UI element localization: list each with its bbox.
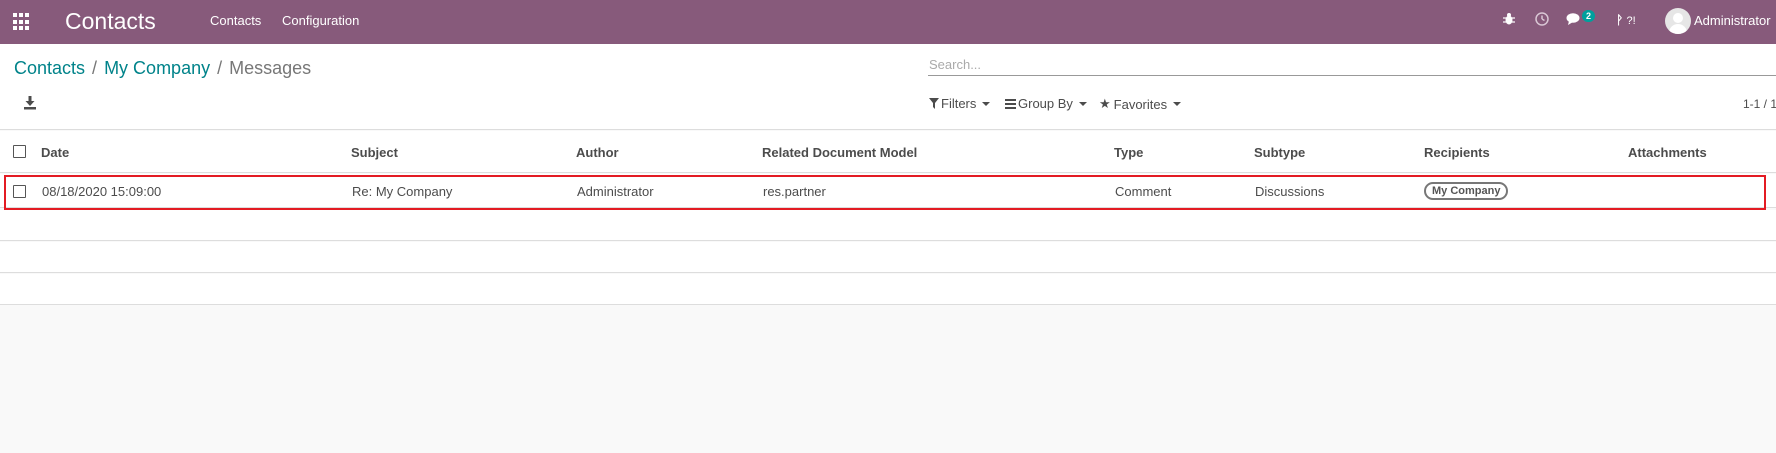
cell-type: Comment xyxy=(1115,184,1172,199)
cell-date: 08/18/2020 15:09:00 xyxy=(42,184,162,199)
app-title: Contacts xyxy=(65,8,156,34)
cell-subject: Re: My Company xyxy=(352,184,453,199)
filters-label: Filters xyxy=(941,96,977,111)
group-by-label: Group By xyxy=(1018,96,1073,111)
pager-value[interactable]: 1-1 / 1 xyxy=(1743,97,1776,111)
select-all-checkbox[interactable] xyxy=(13,145,26,158)
messaging-chat-icon[interactable] xyxy=(1566,12,1582,29)
search-input[interactable] xyxy=(928,54,1776,76)
cell-model: res.partner xyxy=(763,184,826,199)
debug-bug-icon[interactable] xyxy=(1502,12,1516,29)
column-recipients[interactable]: Recipients xyxy=(1424,145,1490,160)
shortcut-label: ?! xyxy=(1626,15,1636,27)
breadcrumb: Contacts / My Company / Messages xyxy=(14,58,311,79)
menu-configuration[interactable]: Configuration xyxy=(282,13,359,28)
column-attachments[interactable]: Attachments xyxy=(1628,145,1707,160)
activity-clock-icon[interactable] xyxy=(1535,12,1549,29)
top-navbar: Contacts Contacts Configuration 2 ᚹ ?! A… xyxy=(0,0,1776,44)
breadcrumb-current: Messages xyxy=(229,58,312,78)
breadcrumb-separator: / xyxy=(217,58,223,78)
breadcrumb-separator: / xyxy=(92,58,98,78)
menu-contacts[interactable]: Contacts xyxy=(210,13,261,28)
control-panel: Contacts / My Company / Messages Filters Gro… xyxy=(0,44,1776,130)
column-related-document-model[interactable]: Related Document Model xyxy=(762,145,917,160)
table-header: Date Subject Author Related Document Mod… xyxy=(0,131,1776,173)
column-subject[interactable]: Subject xyxy=(351,145,398,160)
favorites-button[interactable]: ★ Favorites xyxy=(1099,96,1182,112)
recipient-tag: My Company xyxy=(1424,182,1509,200)
filters-button[interactable]: Filters xyxy=(929,96,991,111)
breadcrumb-contacts[interactable]: Contacts xyxy=(14,58,85,78)
breadcrumb-my-company[interactable]: My Company xyxy=(104,58,210,78)
row-checkbox[interactable] xyxy=(13,185,26,198)
empty-row xyxy=(0,242,1776,273)
empty-row xyxy=(0,210,1776,241)
chat-count-badge: 2 xyxy=(1582,10,1596,22)
table-row[interactable]: 08/18/2020 15:09:00 Re: My Company Admin… xyxy=(0,174,1776,208)
shortcut-icon[interactable]: ᚹ ?! xyxy=(1616,12,1636,27)
cell-author: Administrator xyxy=(577,184,654,199)
group-by-button[interactable]: Group By xyxy=(1005,96,1087,111)
column-subtype[interactable]: Subtype xyxy=(1254,145,1305,160)
user-avatar[interactable] xyxy=(1665,8,1691,34)
filter-funnel-icon xyxy=(929,98,939,109)
apps-menu-icon[interactable] xyxy=(13,13,31,31)
column-type[interactable]: Type xyxy=(1114,145,1143,160)
user-name[interactable]: Administrator xyxy=(1694,13,1771,28)
column-author[interactable]: Author xyxy=(576,145,619,160)
star-icon: ★ xyxy=(1099,96,1111,111)
column-date[interactable]: Date xyxy=(41,145,69,160)
cell-subtype: Discussions xyxy=(1255,184,1325,199)
favorites-label: Favorites xyxy=(1113,96,1168,112)
list-bars-icon xyxy=(1005,98,1016,109)
empty-row xyxy=(0,274,1776,305)
export-download-icon[interactable] xyxy=(24,96,36,110)
